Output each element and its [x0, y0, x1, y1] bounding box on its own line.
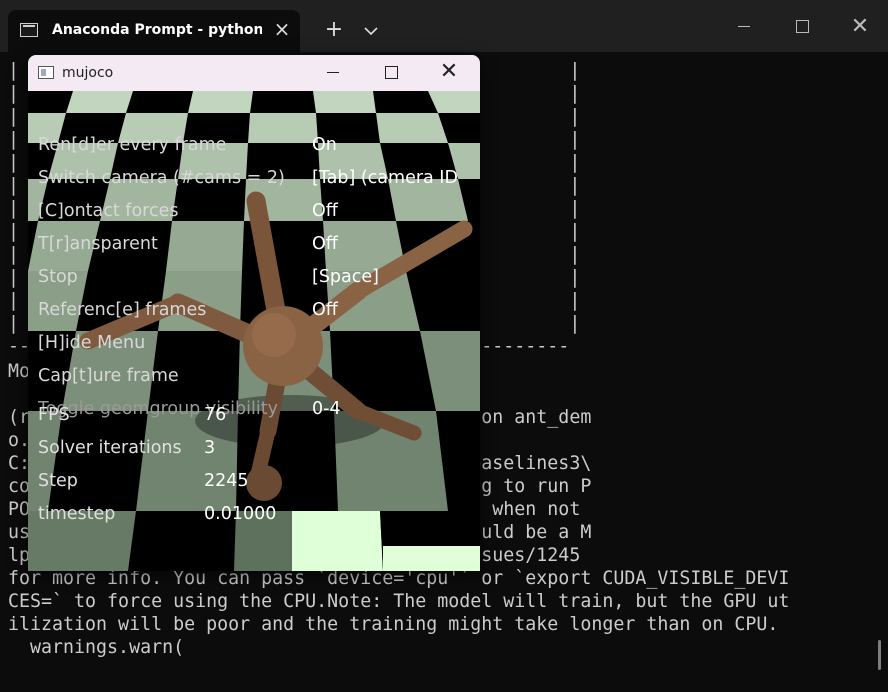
mujoco-title: mujoco: [62, 65, 114, 81]
menu-label: T[r]ansparent: [38, 234, 158, 254]
menu-value: [Tab] (camera ID: [312, 168, 458, 188]
menu-value: [Space]: [312, 267, 379, 287]
app-icon: [38, 66, 54, 79]
menu-label: [C]ontact forces: [38, 201, 179, 221]
terminal-icon: [20, 23, 38, 37]
menu-label: Toggle geomgroup visibility: [38, 399, 278, 419]
info-value: 2245: [204, 471, 249, 491]
terminal-line: for more info. You can pass `device='cpu…: [8, 568, 790, 589]
mujoco-titlebar[interactable]: mujoco ✕: [28, 55, 480, 91]
info-label: Solver iterations: [38, 438, 182, 458]
maximize-button[interactable]: [788, 14, 816, 40]
terminal-tab[interactable]: Anaconda Prompt - python a ×: [8, 10, 300, 52]
chevron-down-icon[interactable]: [360, 20, 382, 42]
terminal-line: warnings.warn(: [8, 637, 185, 658]
menu-value: Off: [312, 201, 338, 221]
new-tab-icon[interactable]: +: [322, 18, 346, 42]
info-value: 0.01000: [204, 504, 277, 524]
info-value: 76: [204, 405, 227, 425]
terminal-tab-title: Anaconda Prompt - python a: [52, 22, 262, 38]
close-tab-icon[interactable]: ×: [272, 18, 292, 40]
menu-value: On: [312, 135, 337, 155]
info-value: 3: [204, 438, 216, 458]
menu-label: Switch camera (#cams = 2): [38, 168, 285, 188]
scrollbar[interactable]: [878, 640, 881, 670]
info-label: FPS: [38, 405, 70, 425]
minimize-button[interactable]: [730, 14, 758, 40]
close-button[interactable]: ✕: [434, 61, 464, 85]
terminal-line: CES=` to force using the CPU.Note: The m…: [8, 591, 790, 612]
close-button[interactable]: ✕: [846, 14, 874, 40]
terminal-line: o.: [8, 430, 31, 451]
terminal-line: Mo: [8, 361, 31, 382]
minimize-button[interactable]: [318, 61, 348, 85]
maximize-button[interactable]: [376, 61, 406, 85]
simulation-viewport[interactable]: Ren[d]er every frame On Switch camera (#…: [28, 91, 480, 571]
menu-label: Stop: [38, 267, 78, 287]
terminal-line: ilization will be poor and the training …: [8, 614, 779, 635]
menu-label: Cap[t]ure frame: [38, 366, 179, 386]
info-label: Step: [38, 471, 78, 491]
info-label: timestep: [38, 504, 116, 524]
terminal-titlebar: Anaconda Prompt - python a × + ✕: [0, 0, 888, 52]
menu-label: [H]ide Menu: [38, 333, 146, 353]
mujoco-window[interactable]: mujoco ✕ Ren[d]er every frame On Switch …: [28, 55, 480, 571]
menu-value: Off: [312, 234, 338, 254]
checkerboard-floor: [28, 91, 480, 571]
menu-value: Off: [312, 300, 338, 320]
menu-label: Referenc[e] frames: [38, 300, 207, 320]
menu-value: 0-4: [312, 399, 341, 419]
menu-label: Ren[d]er every frame: [38, 135, 227, 155]
